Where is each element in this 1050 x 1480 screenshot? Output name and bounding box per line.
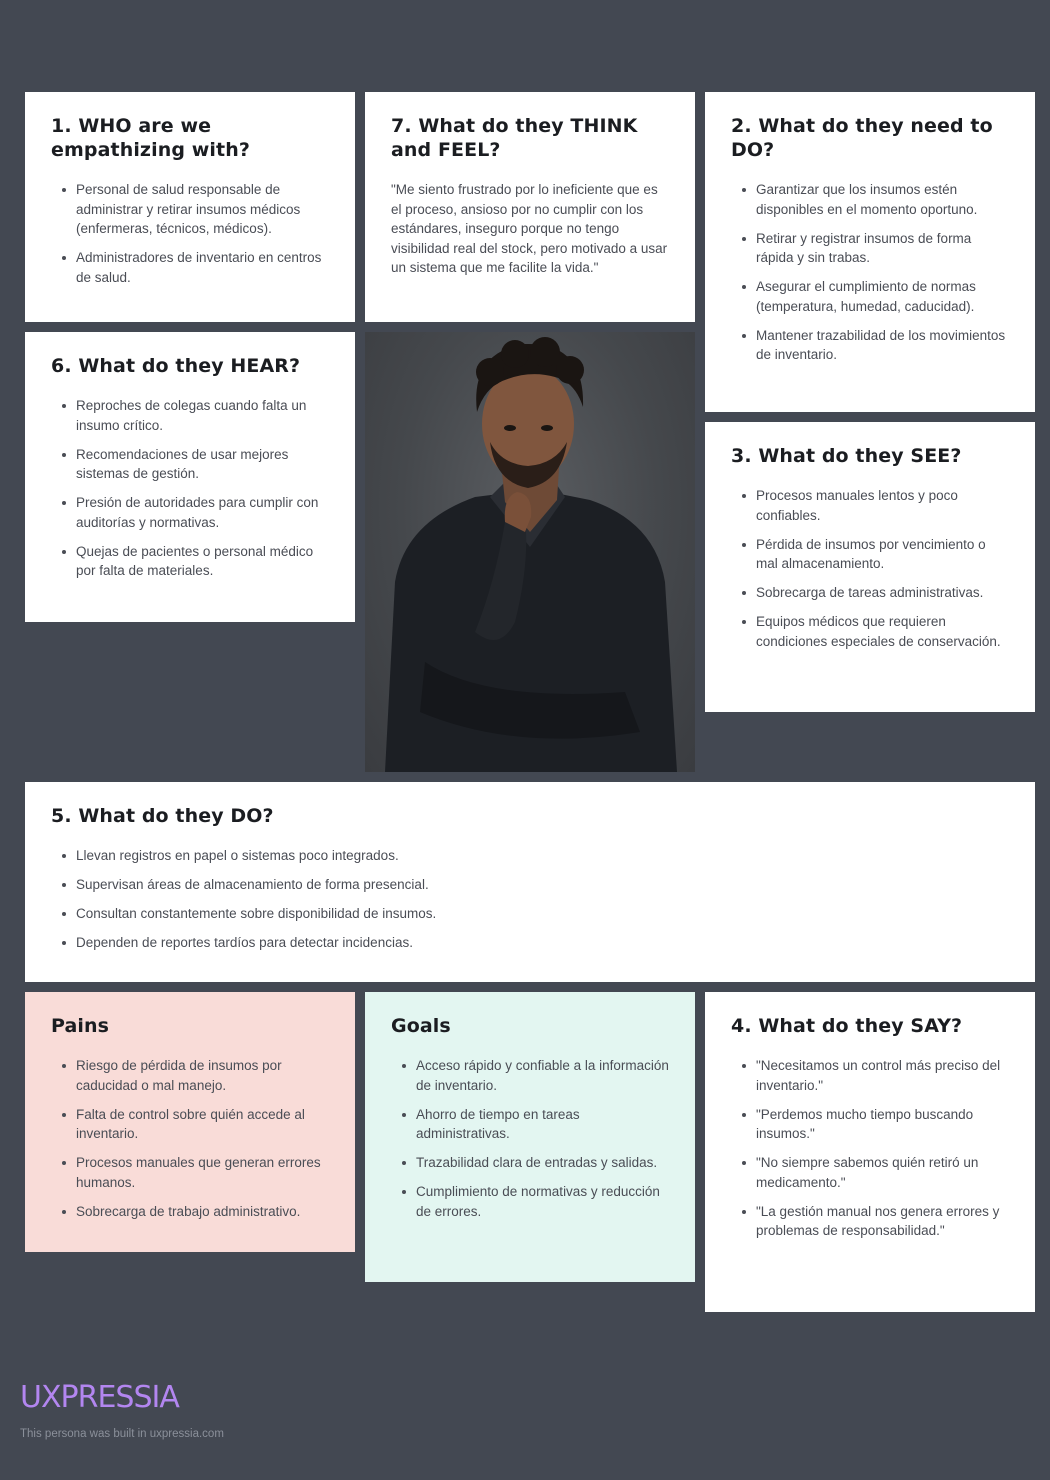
list-item: Sobrecarga de tareas administrativas.: [731, 583, 1009, 603]
hear-list: Reproches de colegas cuando falta un ins…: [51, 396, 329, 581]
list-item: Reproches de colegas cuando falta un ins…: [51, 396, 329, 435]
list-item: Personal de salud responsable de adminis…: [51, 180, 329, 239]
who-title: 1. WHO are we empathizing with?: [51, 115, 250, 161]
goals-card: Goals Acceso rápido y confiable a la inf…: [365, 992, 695, 1282]
list-item: Riesgo de pérdida de insumos por caducid…: [51, 1056, 329, 1095]
list-item: Pérdida de insumos por vencimiento o mal…: [731, 535, 1009, 574]
list-item: Acceso rápido y confiable a la informaci…: [391, 1056, 669, 1095]
list-item: Procesos manuales lentos y poco confiabl…: [731, 486, 1009, 525]
need-to-do-title: 2. What do they need to DO?: [731, 115, 993, 161]
list-item: Retirar y registrar insumos de forma ráp…: [731, 229, 1009, 268]
need-to-do-card: 2. What do they need to DO? Garantizar q…: [705, 92, 1035, 412]
list-item: Supervisan áreas de almacenamiento de fo…: [51, 875, 1009, 895]
list-item: Cumplimiento de normativas y reducción d…: [391, 1182, 669, 1221]
do-title: 5. What do they DO?: [51, 805, 274, 827]
think-feel-title: 7. What do they THINK and FEEL?: [391, 115, 638, 161]
need-to-do-list: Garantizar que los insumos estén disponi…: [731, 180, 1009, 365]
list-item: Mantener trazabilidad de los movimientos…: [731, 326, 1009, 365]
list-item: Sobrecarga de trabajo administrativo.: [51, 1202, 329, 1222]
list-item: "No siempre sabemos quién retiró un medi…: [731, 1153, 1009, 1192]
hear-title: 6. What do they HEAR?: [51, 355, 301, 377]
uxpressia-logo: UXPRESSIA: [20, 1380, 180, 1415]
list-item: Equipos médicos que requieren condicione…: [731, 612, 1009, 651]
pains-list: Riesgo de pérdida de insumos por caducid…: [51, 1056, 329, 1221]
list-item: Garantizar que los insumos estén disponi…: [731, 180, 1009, 219]
goals-list: Acceso rápido y confiable a la informaci…: [391, 1056, 669, 1221]
list-item: Ahorro de tiempo en tareas administrativ…: [391, 1105, 669, 1144]
say-list: "Necesitamos un control más preciso del …: [731, 1056, 1009, 1241]
list-item: Trazabilidad clara de entradas y salidas…: [391, 1153, 669, 1173]
pains-title: Pains: [51, 1015, 110, 1037]
list-item: "Perdemos mucho tiempo buscando insumos.…: [731, 1105, 1009, 1144]
list-item: "Necesitamos un control más preciso del …: [731, 1056, 1009, 1095]
persona-illustration: [385, 337, 677, 772]
think-feel-card: 7. What do they THINK and FEEL? "Me sien…: [365, 92, 695, 322]
list-item: Falta de control sobre quién accede al i…: [51, 1105, 329, 1144]
say-title: 4. What do they SAY?: [731, 1015, 963, 1037]
think-feel-quote: "Me siento frustrado por lo ineficiente …: [391, 182, 668, 275]
list-item: Consultan constantemente sobre disponibi…: [51, 904, 1009, 924]
hear-card: 6. What do they HEAR? Reproches de coleg…: [25, 332, 355, 622]
see-list: Procesos manuales lentos y poco confiabl…: [731, 486, 1009, 651]
see-title: 3. What do they SEE?: [731, 445, 962, 467]
footer-note: This persona was built in uxpressia.com: [20, 1428, 224, 1440]
list-item: Recomendaciones de usar mejores sistemas…: [51, 445, 329, 484]
say-card: 4. What do they SAY? "Necesitamos un con…: [705, 992, 1035, 1312]
list-item: Quejas de pacientes o personal médico po…: [51, 542, 329, 581]
see-card: 3. What do they SEE? Procesos manuales l…: [705, 422, 1035, 712]
who-card: 1. WHO are we empathizing with? Personal…: [25, 92, 355, 322]
list-item: Asegurar el cumplimiento de normas (temp…: [731, 277, 1009, 316]
list-item: Dependen de reportes tardíos para detect…: [51, 933, 1009, 953]
list-item: Administradores de inventario en centros…: [51, 248, 329, 287]
list-item: Llevan registros en papel o sistemas poc…: [51, 846, 1009, 866]
who-list: Personal de salud responsable de adminis…: [51, 180, 329, 287]
list-item: Presión de autoridades para cumplir con …: [51, 493, 329, 532]
list-item: Procesos manuales que generan errores hu…: [51, 1153, 329, 1192]
goals-title: Goals: [391, 1015, 451, 1037]
do-list: Llevan registros en papel o sistemas poc…: [51, 846, 1009, 953]
do-card: 5. What do they DO? Llevan registros en …: [25, 782, 1035, 982]
persona-photo: [365, 332, 695, 772]
list-item: "La gestión manual nos genera errores y …: [731, 1202, 1009, 1241]
pains-card: Pains Riesgo de pérdida de insumos por c…: [25, 992, 355, 1252]
